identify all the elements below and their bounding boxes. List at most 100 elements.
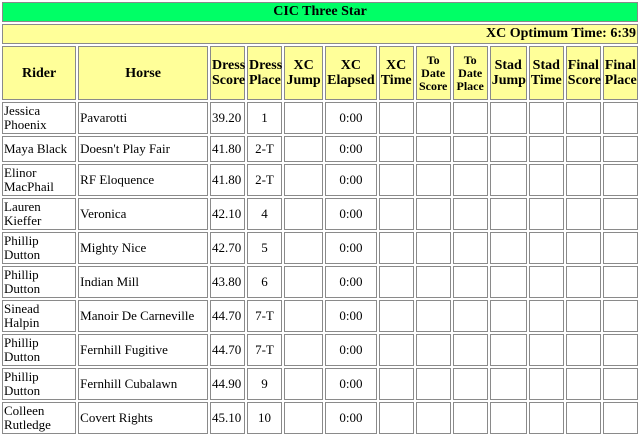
rider-cell: Phillip Dutton <box>2 368 77 400</box>
rider-cell: Elinor MacPhail <box>2 164 77 196</box>
dress-place-cell: 2-T <box>246 136 282 162</box>
final-score-cell <box>565 136 601 162</box>
final-score-cell <box>565 232 601 264</box>
stad-jump-cell <box>489 198 527 230</box>
dress-place-cell: 7-T <box>246 300 282 332</box>
stad-time-cell <box>528 198 564 230</box>
header-horse: Horse <box>78 46 208 100</box>
to-date-place-cell <box>452 102 488 134</box>
to-date-place-cell <box>452 368 488 400</box>
stad-jump-cell <box>489 368 527 400</box>
horse-cell: Veronica <box>78 198 208 230</box>
header-xc-time: XC Time <box>378 46 414 100</box>
table-row: Jessica Phoenix Pavarotti 39.20 1 0:00 <box>2 102 638 134</box>
xc-time-cell <box>378 136 414 162</box>
xc-elapsed-cell: 0:00 <box>325 136 377 162</box>
dress-place-cell: 7-T <box>246 334 282 366</box>
stad-jump-cell <box>489 136 527 162</box>
xc-jump-cell <box>284 198 324 230</box>
to-date-place-cell <box>452 300 488 332</box>
dress-score-cell: 42.70 <box>209 232 245 264</box>
xc-elapsed-cell: 0:00 <box>325 266 377 298</box>
table-row: Lauren Kieffer Veronica 42.10 4 0:00 <box>2 198 638 230</box>
stad-jump-cell <box>489 164 527 196</box>
final-place-cell <box>602 198 638 230</box>
xc-elapsed-cell: 0:00 <box>325 300 377 332</box>
to-date-place-cell <box>452 198 488 230</box>
header-stad-jump: Stad Jump <box>489 46 527 100</box>
table-row: Elinor MacPhail RF Eloquence 41.80 2-T 0:00 <box>2 164 638 196</box>
header-final-place: Final Place <box>602 46 638 100</box>
xc-elapsed-cell: 0:00 <box>325 368 377 400</box>
final-score-cell <box>565 368 601 400</box>
table-row: Phillip Dutton Fernhill Cubalawn 44.90 9 0:0… <box>2 368 638 400</box>
rider-cell: Maya Black <box>2 136 77 162</box>
header-final-score: Final Score <box>565 46 601 100</box>
xc-optimum-time: XC Optimum Time: 6:39 <box>2 24 638 44</box>
table-row: Phillip Dutton Fernhill Fugitive 44.70 7-T 0… <box>2 334 638 366</box>
header-stad-time: Stad Time <box>528 46 564 100</box>
header-to-date-score: To Date Score <box>415 46 451 100</box>
rider-cell: Phillip Dutton <box>2 334 77 366</box>
dress-score-cell: 44.70 <box>209 300 245 332</box>
xc-time-cell <box>378 402 414 434</box>
xc-elapsed-cell: 0:00 <box>325 402 377 434</box>
final-place-cell <box>602 136 638 162</box>
header-xc-jump: XC Jump <box>284 46 324 100</box>
to-date-place-cell <box>452 402 488 434</box>
final-score-cell <box>565 102 601 134</box>
stad-jump-cell <box>489 300 527 332</box>
final-place-cell <box>602 266 638 298</box>
stad-jump-cell <box>489 102 527 134</box>
dress-score-cell: 45.10 <box>209 402 245 434</box>
header-xc-elapsed: XC Elapsed <box>325 46 377 100</box>
dress-score-cell: 41.80 <box>209 136 245 162</box>
to-date-place-cell <box>452 232 488 264</box>
stad-time-cell <box>528 102 564 134</box>
horse-cell: Doesn't Play Fair <box>78 136 208 162</box>
to-date-score-cell <box>415 102 451 134</box>
xc-jump-cell <box>284 164 324 196</box>
rider-cell: Jessica Phoenix <box>2 102 77 134</box>
horse-cell: RF Eloquence <box>78 164 208 196</box>
xc-elapsed-cell: 0:00 <box>325 334 377 366</box>
to-date-score-cell <box>415 198 451 230</box>
xc-elapsed-cell: 0:00 <box>325 232 377 264</box>
xc-elapsed-cell: 0:00 <box>325 164 377 196</box>
to-date-place-cell <box>452 164 488 196</box>
xc-time-cell <box>378 164 414 196</box>
horse-cell: Fernhill Cubalawn <box>78 368 208 400</box>
dress-score-cell: 44.90 <box>209 368 245 400</box>
xc-time-cell <box>378 232 414 264</box>
dress-place-cell: 4 <box>246 198 282 230</box>
rider-cell: Phillip Dutton <box>2 266 77 298</box>
final-place-cell <box>602 334 638 366</box>
to-date-score-cell <box>415 266 451 298</box>
xc-time-cell <box>378 300 414 332</box>
stad-time-cell <box>528 136 564 162</box>
final-score-cell <box>565 164 601 196</box>
xc-jump-cell <box>284 266 324 298</box>
xc-time-cell <box>378 102 414 134</box>
dress-score-cell: 41.80 <box>209 164 245 196</box>
final-place-cell <box>602 164 638 196</box>
header-rider: Rider <box>2 46 77 100</box>
horse-cell: Covert Rights <box>78 402 208 434</box>
xc-jump-cell <box>284 136 324 162</box>
dress-place-cell: 9 <box>246 368 282 400</box>
to-date-score-cell <box>415 164 451 196</box>
to-date-place-cell <box>452 136 488 162</box>
to-date-score-cell <box>415 300 451 332</box>
to-date-score-cell <box>415 368 451 400</box>
table-body: Jessica Phoenix Pavarotti 39.20 1 0:00 Maya B… <box>2 102 638 434</box>
final-score-cell <box>565 402 601 434</box>
xc-jump-cell <box>284 232 324 264</box>
horse-cell: Fernhill Fugitive <box>78 334 208 366</box>
header-dress-score: Dress Score <box>209 46 245 100</box>
horse-cell: Mighty Nice <box>78 232 208 264</box>
final-score-cell <box>565 266 601 298</box>
rider-cell: Phillip Dutton <box>2 232 77 264</box>
xc-time-cell <box>378 198 414 230</box>
to-date-place-cell <box>452 266 488 298</box>
xc-time-cell <box>378 368 414 400</box>
